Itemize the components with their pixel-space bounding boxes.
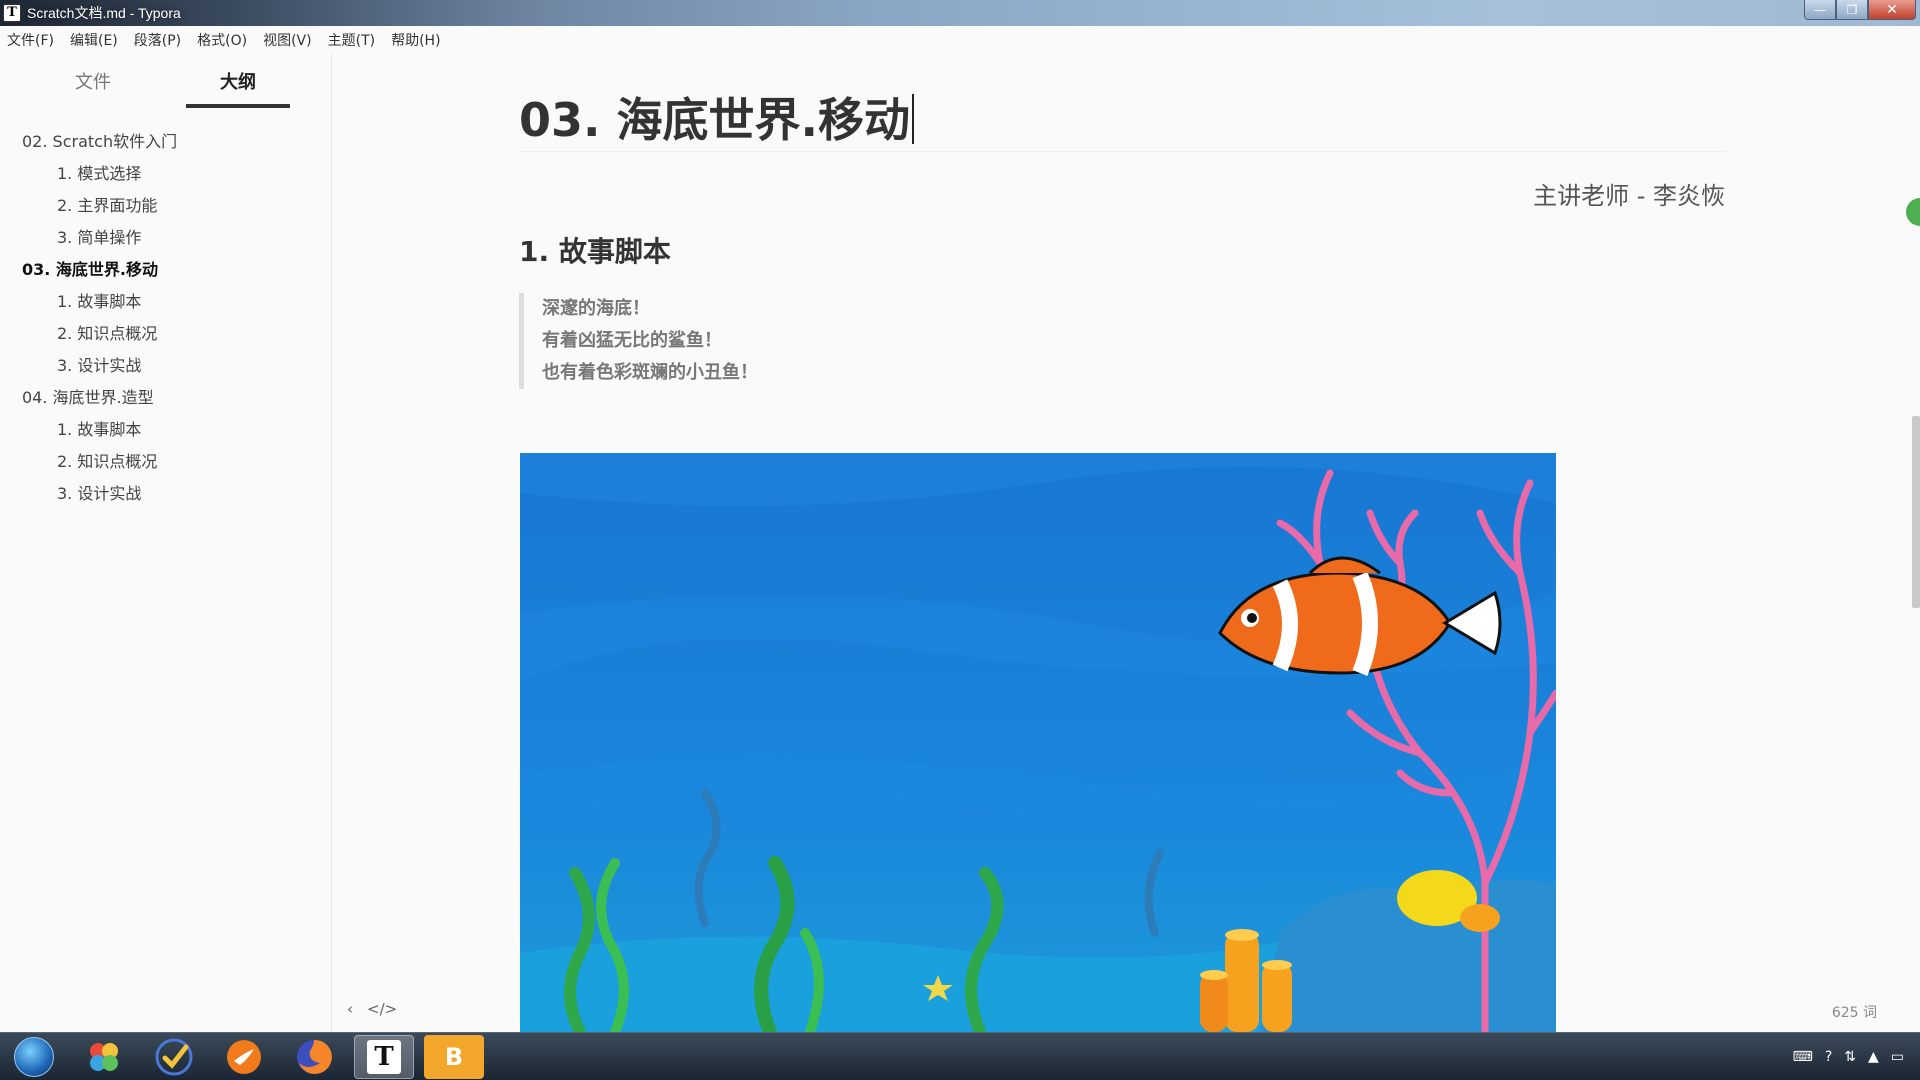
quote-line: 也有着色彩斑斓的小丑鱼！ [542,362,758,383]
menu-view[interactable]: 视图(V) [263,30,312,50]
outline-item[interactable]: 04. 海底世界.造型 [0,382,332,414]
maximize-button[interactable]: ❐ [1836,0,1868,20]
keyboard-icon[interactable]: ⌨ [1793,1049,1813,1065]
outline-item[interactable]: 1. 故事脚本 [0,286,332,318]
text-caret [911,94,914,144]
outline-item[interactable]: 2. 主界面功能 [0,190,332,222]
help-icon[interactable]: ? [1825,1049,1832,1065]
menu-format[interactable]: 格式(O) [197,30,247,50]
sidebar-tabs: 文件 大纲 [0,68,332,108]
window-title: Scratch文档.md - Typora [27,5,181,21]
show-desktop-icon[interactable]: ▭ [1891,1049,1904,1065]
section-heading: 1. 故事脚本 [519,235,671,268]
underwater-illustration [520,453,1556,1032]
menu-bar: 文件(F) 编辑(E) 段落(P) 格式(O) 视图(V) 主题(T) 帮助(H… [0,26,1920,54]
swift-app-icon[interactable] [214,1035,274,1079]
outline-item[interactable]: 2. 知识点概况 [0,446,332,478]
source-code-mode-icon[interactable]: </> [367,1000,397,1018]
blockquote: 深邃的海底！ 有着凶猛无比的鲨鱼！ 也有着色彩斑斓的小丑鱼！ [519,293,1119,389]
notes-app-icon[interactable]: B [424,1034,484,1079]
menu-edit[interactable]: 编辑(E) [70,30,118,50]
toggle-sidebar-icon[interactable]: ‹ [347,1000,353,1018]
scrollbar-thumb[interactable] [1912,416,1920,608]
windows-start-icon[interactable] [4,1035,64,1079]
tab-files[interactable]: 文件 [50,68,136,108]
outline-item-active[interactable]: 03. 海底世界.移动 [0,254,332,286]
document-title[interactable]: 03. 海底世界.移动 [519,92,1725,152]
window-controls: — ❐ ✕ [1804,0,1916,20]
document-title-text: 03. 海底世界.移动 [519,93,910,147]
menu-file[interactable]: 文件(F) [7,30,54,50]
menu-help[interactable]: 帮助(H) [391,30,440,50]
tab-outline[interactable]: 大纲 [186,68,290,108]
outline-item[interactable]: 3. 简单操作 [0,222,332,254]
outline-item[interactable]: 1. 故事脚本 [0,414,332,446]
title-bar: T Scratch文档.md - Typora — ❐ ✕ [0,0,1920,26]
editor-area[interactable]: 03. 海底世界.移动 主讲老师 - 李炎恢 1. 故事脚本 深邃的海底！ 有着… [333,54,1920,1032]
underwater-scene-image [520,453,1556,1032]
sidebar: 文件 大纲 02. Scratch软件入门 1. 模式选择 2. 主界面功能 3… [0,54,332,1032]
taskbar: T B ⌨ ? ⇅ ▲ ▭ [0,1032,1920,1080]
orange-anemone [1460,904,1500,932]
green-indicator [1906,198,1920,226]
outline-item[interactable]: 1. 模式选择 [0,158,332,190]
menu-paragraph[interactable]: 段落(P) [134,30,181,50]
quote-line: 深邃的海底！ [542,298,650,319]
pinwheel-app-icon[interactable] [74,1035,134,1079]
outline-item[interactable]: 3. 设计实战 [0,350,332,382]
minimize-button[interactable]: — [1804,0,1836,20]
firefox-icon[interactable] [284,1035,344,1079]
author-line: 主讲老师 - 李炎恢 [1533,182,1725,210]
typora-taskbar-icon[interactable]: T [354,1034,414,1079]
close-button[interactable]: ✕ [1868,0,1916,20]
editor-footer: ‹ </> [347,1000,397,1018]
outline-item[interactable]: 2. 知识点概况 [0,318,332,350]
checkmark-app-icon[interactable] [144,1035,204,1079]
network-icon[interactable]: ⇅ [1844,1049,1856,1065]
typora-app-icon: T [3,4,21,22]
outline-list: 02. Scratch软件入门 1. 模式选择 2. 主界面功能 3. 简单操作… [0,126,332,510]
quote-line: 有着凶猛无比的鲨鱼！ [542,330,722,351]
tray-expand-icon[interactable]: ▲ [1868,1049,1879,1065]
outline-item[interactable]: 02. Scratch软件入门 [0,126,332,158]
system-tray: ⌨ ? ⇅ ▲ ▭ [1793,1033,1904,1080]
outline-item[interactable]: 3. 设计实战 [0,478,332,510]
menu-theme[interactable]: 主题(T) [328,30,375,50]
word-count[interactable]: 625 词 [1832,1002,1877,1022]
